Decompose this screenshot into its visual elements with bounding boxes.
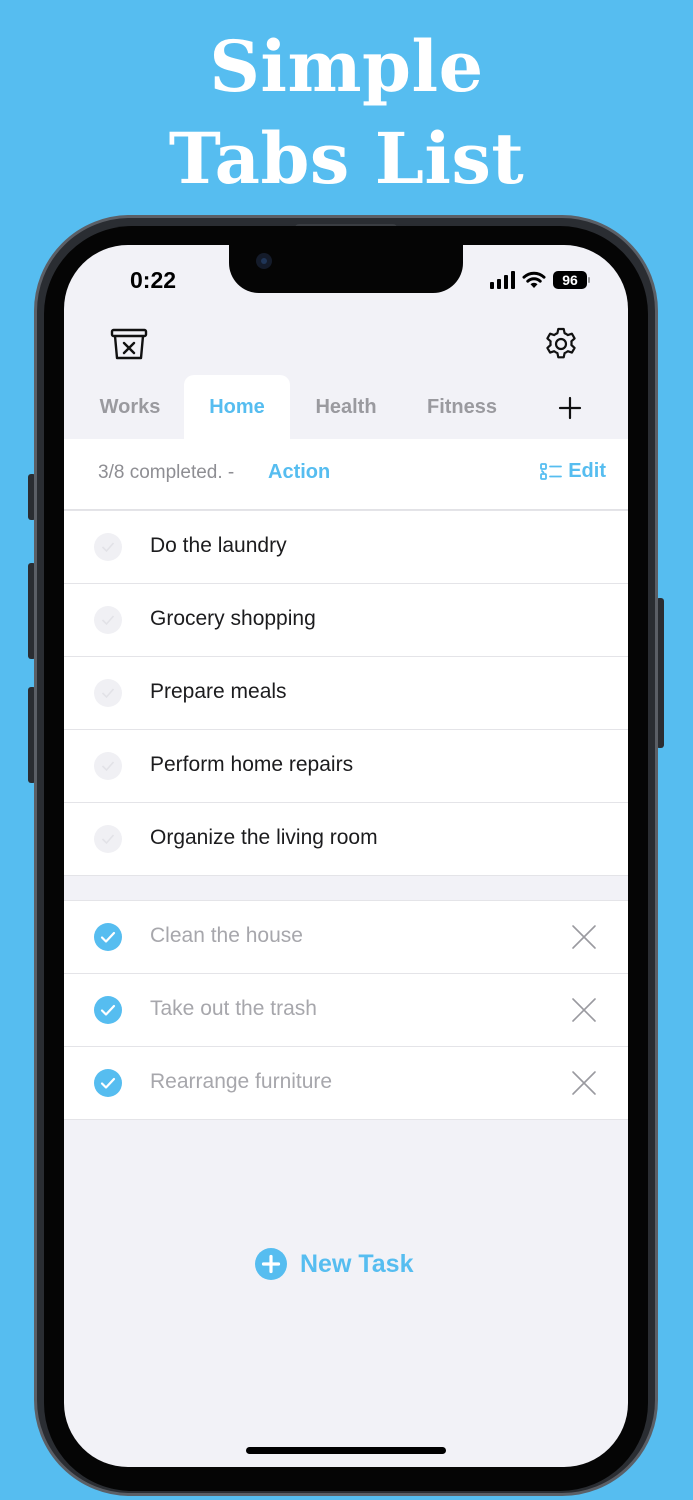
promo-title-line-1: Simple <box>209 25 484 108</box>
tab-bar: Works Home Health Fitness <box>64 375 628 439</box>
plus-circle-icon <box>255 1248 287 1280</box>
unchecked-circle-icon[interactable] <box>94 533 122 561</box>
unchecked-circle-icon[interactable] <box>94 825 122 853</box>
unchecked-circle-icon[interactable] <box>94 606 122 634</box>
task-row[interactable]: Rearrange furniture <box>64 1047 628 1119</box>
close-icon[interactable] <box>570 1069 598 1097</box>
completed-task-list: Clean the house Take out the trash Rearr… <box>64 900 628 1120</box>
new-task-label: New Task <box>300 1249 414 1278</box>
plus-icon <box>558 396 582 419</box>
close-icon[interactable] <box>570 996 598 1024</box>
task-row[interactable]: Grocery shopping <box>64 584 628 657</box>
battery-level: 96 <box>553 271 587 289</box>
signal-icon <box>490 271 515 289</box>
unchecked-circle-icon[interactable] <box>94 752 122 780</box>
tab-fitness[interactable]: Fitness <box>402 375 522 439</box>
summary-bar: 3/8 completed. - Action Edit <box>64 439 628 510</box>
edit-label: Edit <box>568 460 606 482</box>
task-title: Take out the trash <box>150 997 317 1020</box>
task-title: Perform home repairs <box>150 753 354 776</box>
task-title: Do the laundry <box>150 534 287 557</box>
task-title: Rearrange furniture <box>150 1070 333 1093</box>
task-row[interactable]: Prepare meals <box>64 657 628 730</box>
completion-summary: 3/8 completed. - <box>98 462 235 483</box>
unchecked-circle-icon[interactable] <box>94 679 122 707</box>
task-title: Organize the living room <box>150 826 378 849</box>
trash-bin-icon[interactable] <box>108 323 150 365</box>
task-row[interactable]: Take out the trash <box>64 974 628 1047</box>
status-icons: 96 <box>490 270 590 290</box>
wifi-icon <box>522 271 546 288</box>
checked-circle-icon[interactable] <box>94 923 122 951</box>
task-row[interactable]: Clean the house <box>64 901 628 974</box>
app-screen: 0:22 96 Works Home Health Fitness 3/8 co… <box>64 245 628 1467</box>
checked-circle-icon[interactable] <box>94 996 122 1024</box>
checklist-icon <box>540 462 563 480</box>
gear-icon[interactable] <box>540 323 582 365</box>
task-row[interactable]: Do the laundry <box>64 511 628 584</box>
task-title: Grocery shopping <box>150 607 316 630</box>
add-tab-button[interactable] <box>540 375 600 439</box>
close-icon[interactable] <box>570 923 598 951</box>
edit-button[interactable]: Edit <box>540 460 606 483</box>
tab-health[interactable]: Health <box>290 375 402 439</box>
status-time: 0:22 <box>130 267 177 293</box>
checked-circle-icon[interactable] <box>94 1069 122 1097</box>
home-indicator <box>246 1447 446 1454</box>
front-camera <box>256 253 272 269</box>
active-task-list: Do the laundry Grocery shopping Prepare … <box>64 510 628 876</box>
task-row[interactable]: Perform home repairs <box>64 730 628 803</box>
action-button[interactable]: Action <box>268 461 330 484</box>
tab-works[interactable]: Works <box>76 375 184 439</box>
battery-icon: 96 <box>553 271 590 289</box>
notch <box>229 245 463 293</box>
promo-title-line-2: Tabs List <box>168 117 525 200</box>
task-row[interactable]: Organize the living room <box>64 803 628 875</box>
task-title: Prepare meals <box>150 680 287 703</box>
tab-home[interactable]: Home <box>184 375 290 439</box>
new-task-button[interactable]: New Task <box>254 1247 413 1281</box>
task-title: Clean the house <box>150 924 303 947</box>
